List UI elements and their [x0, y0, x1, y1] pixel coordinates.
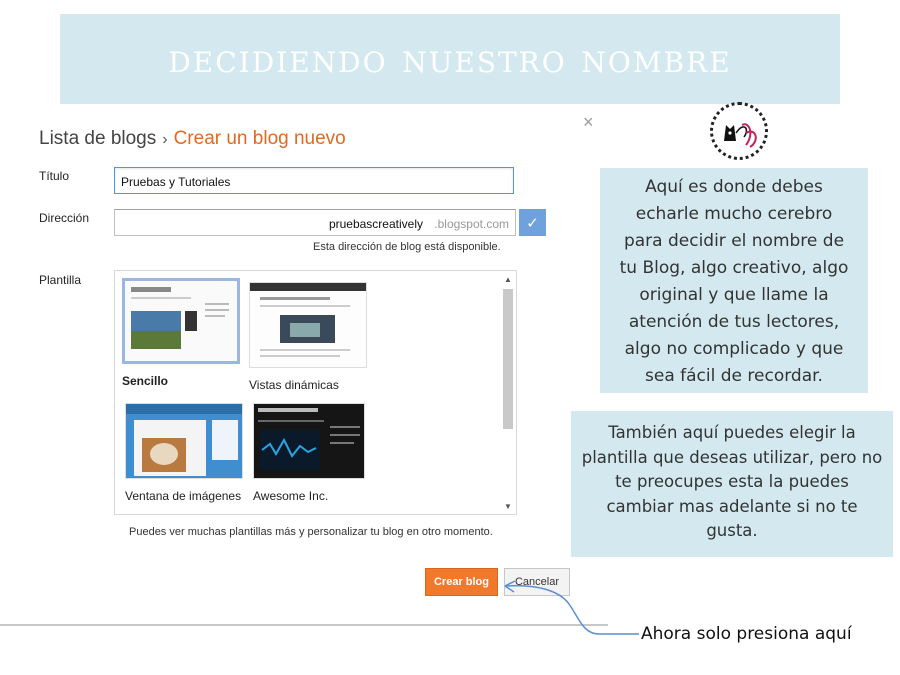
cat-logo-icon	[710, 102, 768, 160]
scroll-up-icon[interactable]: ▲	[502, 275, 514, 284]
address-status: Esta dirección de blog está disponible.	[313, 241, 501, 253]
template-option-awesome-inc[interactable]: Awesome Inc.	[253, 403, 371, 503]
template-thumbnail	[125, 403, 243, 479]
template-option-sencillo[interactable]: Sencillo	[122, 278, 240, 388]
template-name: Sencillo	[122, 374, 169, 388]
title-label: Título	[39, 169, 70, 183]
template-thumbnail	[249, 282, 367, 368]
breadcrumb: Lista de blogs › Crear un blog nuevo	[39, 128, 346, 150]
template-option-ventana-de-imagenes[interactable]: Ventana de imágenes	[125, 403, 243, 503]
close-icon[interactable]: ×	[583, 112, 594, 133]
create-blog-button[interactable]: Crear blog	[425, 568, 498, 596]
address-suffix: .blogspot.com	[434, 217, 509, 231]
breadcrumb-current: Crear un blog nuevo	[173, 128, 346, 149]
note-template: También aquí puedes elegir la plantilla …	[571, 411, 893, 557]
template-hint: Puedes ver muchas plantillas más y perso…	[129, 526, 493, 538]
banner-title: Decidiendo nuestro nombre	[168, 36, 732, 82]
address-label: Dirección	[39, 211, 90, 225]
scrollbar-thumb[interactable]	[503, 289, 513, 429]
breadcrumb-blog-list-link[interactable]: Lista de blogs	[39, 128, 156, 149]
template-scrollbar[interactable]: ▲ ▼	[502, 275, 514, 511]
breadcrumb-separator: ›	[162, 131, 168, 148]
template-name: Ventana de imágenes	[125, 489, 242, 503]
pointer-arrow-icon	[504, 580, 639, 635]
address-value: pruebascreatively	[328, 217, 423, 231]
template-name: Awesome Inc.	[253, 489, 329, 503]
header-banner: Decidiendo nuestro nombre	[60, 14, 840, 104]
template-option-vistas-dinamicas[interactable]: Vistas dinámicas	[249, 282, 367, 392]
blog-title-input[interactable]: Pruebas y Tutoriales	[114, 167, 514, 194]
blog-address-input[interactable]: pruebascreatively .blogspot.com	[114, 209, 516, 236]
template-thumbnail	[122, 278, 240, 364]
template-thumbnail	[253, 403, 365, 479]
check-icon: ✓	[519, 209, 546, 236]
scroll-down-icon[interactable]: ▼	[502, 502, 514, 511]
template-name: Vistas dinámicas	[249, 378, 339, 392]
template-picker: Sencillo Vistas dinámicas Ventana de imá…	[114, 270, 517, 515]
template-label: Plantilla	[39, 273, 82, 287]
note-naming: Aquí es donde debes echarle mucho cerebr…	[600, 168, 868, 393]
arrow-label: Ahora solo presiona aquí	[641, 624, 852, 644]
